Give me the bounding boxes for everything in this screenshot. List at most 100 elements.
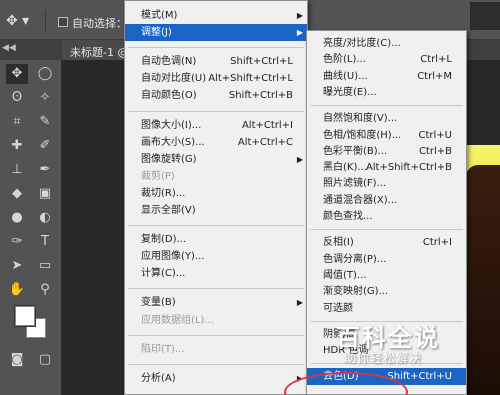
menu-item[interactable]: 模式(M) ▶ bbox=[125, 7, 307, 24]
menu-item[interactable]: 色阶(L)... Ctrl+L bbox=[307, 51, 466, 68]
menu-item[interactable]: 画布大小(S)... Alt+Ctrl+C bbox=[125, 134, 307, 151]
collapse-toolbar-icon[interactable]: ◀◀ bbox=[2, 43, 16, 53]
foreground-color-swatch[interactable] bbox=[15, 306, 35, 326]
dodge-icon[interactable]: ◐ bbox=[34, 208, 56, 228]
blur-icon[interactable]: ● bbox=[6, 208, 28, 228]
menu-item[interactable]: 色彩平衡(B)... Ctrl+B bbox=[307, 143, 466, 160]
menu-item[interactable]: 裁切(R)... bbox=[125, 185, 307, 202]
menu-item[interactable]: 分析(A) ▶ bbox=[125, 370, 307, 387]
menu-item[interactable]: 阈值(T)... bbox=[307, 267, 466, 284]
path-select-icon[interactable]: ➤ bbox=[6, 256, 28, 276]
menu-item-label: 图像大小(I)... bbox=[141, 119, 202, 131]
rectangle-icon[interactable]: ▭ bbox=[34, 256, 56, 276]
lasso-icon[interactable]: ʘ bbox=[6, 88, 28, 108]
menu-item[interactable]: 亮度/对比度(C)... bbox=[307, 35, 466, 52]
menu-item-label: 变量(B) bbox=[141, 297, 176, 309]
text-icon[interactable]: T bbox=[34, 232, 56, 252]
menu-item-label: 裁剪(P) bbox=[141, 170, 175, 182]
menu-item-label: 色彩平衡(B)... bbox=[323, 145, 388, 157]
menu-separator bbox=[128, 47, 304, 49]
eraser-icon[interactable]: ◆ bbox=[6, 184, 28, 204]
menu-separator bbox=[310, 105, 463, 107]
move-icon[interactable]: ✥ ▾ bbox=[6, 12, 32, 30]
zoom-icon[interactable]: ⚲ bbox=[34, 280, 56, 300]
menu-item[interactable]: 反相(I) Ctrl+I bbox=[307, 234, 466, 251]
marquee-icon[interactable]: ◯ bbox=[34, 64, 56, 84]
menu-item-label: 复制(D)... bbox=[141, 234, 187, 246]
menu-item[interactable]: 通道混合器(X)... bbox=[307, 192, 466, 209]
menu-item-shortcut: Shift+Ctrl+L bbox=[230, 56, 293, 68]
menu-item-label: 应用图像(Y)... bbox=[141, 251, 205, 263]
menu-item-label: 黑白(K)... bbox=[323, 162, 367, 174]
menu-item[interactable]: 色相/饱和度(H)... Ctrl+U bbox=[307, 127, 466, 144]
menu-item-shortcut: Ctrl+I bbox=[422, 237, 452, 249]
menu-item[interactable]: 计算(C)... bbox=[125, 265, 307, 282]
auto-select-label: 自动选择： bbox=[72, 17, 127, 30]
menu-item-label: 色调分离(P)... bbox=[323, 253, 387, 265]
gradient-icon[interactable]: ▣ bbox=[34, 184, 56, 204]
menu-item[interactable]: 调整(J) ▶ bbox=[125, 24, 307, 42]
menu-item[interactable]: 色调分离(P)... bbox=[307, 251, 466, 268]
menu-item[interactable]: 应用图像(Y)... bbox=[125, 248, 307, 265]
menu-separator bbox=[128, 334, 304, 336]
screen-mode-icon[interactable]: ▢ bbox=[34, 350, 56, 370]
submenu-arrow-icon: ▶ bbox=[296, 298, 303, 308]
stamp-icon[interactable]: ⊥ bbox=[6, 160, 28, 180]
menu-item[interactable]: 图像大小(I)... Alt+Ctrl+I bbox=[125, 117, 307, 134]
menu-item[interactable]: 变量(B) ▶ bbox=[125, 294, 307, 311]
submenu-arrow-icon: ▶ bbox=[296, 11, 303, 20]
menu-item-label: 通道混合器(X)... bbox=[323, 194, 398, 206]
menu-item[interactable]: 可选颜 bbox=[307, 300, 466, 317]
menu-item-label: 曝光度(E)... bbox=[323, 86, 377, 98]
menu-item-label: 反相(I) bbox=[323, 237, 354, 249]
menu-item-label: 显示全部(V) bbox=[141, 205, 196, 216]
menu-item[interactable]: 黑白(K)... Alt+Shift+Ctrl+B bbox=[307, 159, 466, 176]
watermark: 百科全说 助你轻松解决 bbox=[332, 318, 466, 370]
menu-item-label: 图像旋转(G) bbox=[141, 153, 197, 165]
menu-item-label: 自然饱和度(V)... bbox=[323, 113, 398, 125]
menu-item-shortcut: Alt+Ctrl+C bbox=[237, 136, 293, 148]
menu-item[interactable]: 显示全部(V) bbox=[125, 202, 307, 219]
menu-item-label: 模式(M) bbox=[141, 10, 178, 21]
menu-item[interactable]: 曝光度(E)... bbox=[307, 84, 466, 101]
menu-item[interactable]: 自动色调(N) Shift+Ctrl+L bbox=[125, 53, 307, 70]
menu-item-shortcut: Ctrl+L bbox=[420, 54, 452, 66]
eyedropper-icon[interactable]: ✎ bbox=[34, 112, 56, 132]
menu-item-label: 亮度/对比度(C)... bbox=[323, 38, 401, 49]
menu-item[interactable]: 颜色查找... bbox=[307, 208, 466, 225]
auto-select-checkbox[interactable] bbox=[58, 17, 68, 27]
menu-item[interactable]: 图像旋转(G) ▶ bbox=[125, 151, 307, 168]
menu-item: 裁剪(P) bbox=[125, 168, 307, 185]
menu-separator bbox=[128, 110, 304, 112]
quick-mask-icon[interactable]: ◙ bbox=[6, 350, 28, 370]
magic-wand-icon[interactable]: ✧ bbox=[34, 88, 56, 108]
menu-separator bbox=[310, 229, 463, 231]
hand-icon[interactable]: ✋ bbox=[6, 280, 28, 300]
menu-separator bbox=[128, 288, 304, 290]
menu-item[interactable]: 渐变映射(G)... bbox=[307, 283, 466, 300]
menu-item[interactable]: 自然饱和度(V)... bbox=[307, 110, 466, 127]
history-brush-icon[interactable]: ✒ bbox=[34, 160, 56, 180]
menu-item[interactable]: 自动对比度(U) Alt+Shift+Ctrl+L bbox=[125, 70, 307, 87]
photo-subject bbox=[466, 165, 500, 395]
menu-item[interactable]: 复制(D)... bbox=[125, 231, 307, 248]
healing-icon[interactable]: ✚ bbox=[6, 136, 28, 156]
menu-item-label: 颜色查找... bbox=[323, 211, 373, 222]
menu-item: 陷印(T)... bbox=[125, 341, 307, 358]
menu-item[interactable]: 照片滤镜(F)... bbox=[307, 175, 466, 192]
menu-item[interactable]: 曲线(U)... Ctrl+M bbox=[307, 68, 466, 85]
submenu-arrow-icon: ▶ bbox=[296, 154, 303, 164]
pen-icon[interactable]: ✑ bbox=[6, 232, 28, 252]
menu-item-label: 自动对比度(U) bbox=[141, 73, 207, 85]
brush-icon[interactable]: ✐ bbox=[34, 136, 56, 156]
menu-item-label: 色相/饱和度(H)... bbox=[323, 129, 402, 141]
crop-icon[interactable]: ⌗ bbox=[6, 112, 28, 132]
menu-item-label: 色阶(L)... bbox=[323, 54, 366, 66]
menu-item-label: 计算(C)... bbox=[141, 268, 186, 280]
menu-item-label: 渐变映射(G)... bbox=[323, 286, 389, 298]
menu-item-label: 自动色调(N) bbox=[141, 56, 197, 68]
menu-item[interactable]: 自动颜色(O) Shift+Ctrl+B bbox=[125, 87, 307, 104]
move-icon[interactable]: ✥ bbox=[6, 64, 28, 84]
watermark-subtitle: 助你轻松解决 bbox=[344, 351, 423, 365]
menu-item-label: 调整(J) bbox=[141, 27, 172, 39]
